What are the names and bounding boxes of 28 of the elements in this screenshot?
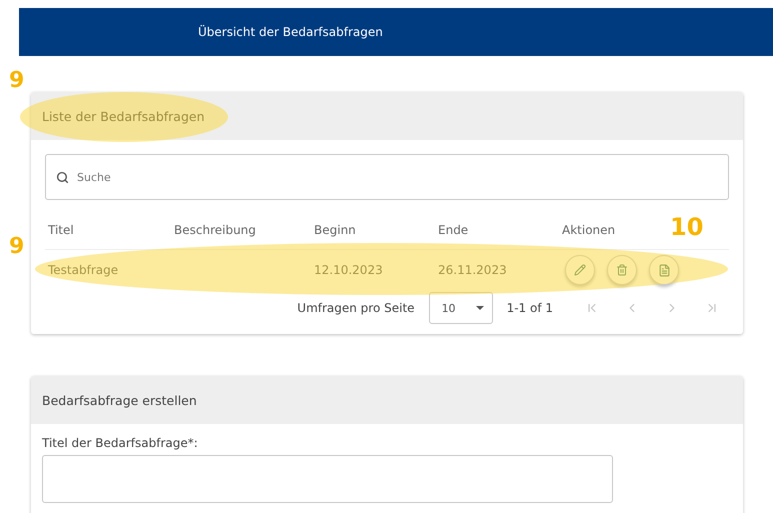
caret-icon: [476, 306, 484, 310]
rows-per-page-label: Umfragen pro Seite: [297, 301, 415, 315]
card-title: Bedarfsabfrage erstellen: [42, 392, 197, 408]
trash-icon: [616, 264, 628, 276]
title-input-field[interactable]: [42, 455, 613, 503]
field-label: Titel der Bedarfsabfrage*:: [42, 436, 199, 450]
copy-button[interactable]: [649, 255, 679, 285]
annotation-number: 9: [9, 70, 24, 92]
column-header: Beschreibung: [173, 222, 256, 236]
column-header: Ende: [437, 222, 468, 236]
page-size-select[interactable]: 10: [428, 292, 493, 324]
column-header: Titel: [47, 222, 74, 236]
table-cell-text: 12.10.2023: [313, 263, 384, 277]
column-header: Aktionen: [561, 222, 616, 236]
page-title: Übersicht der Bedarfsabfragen: [198, 25, 383, 39]
edit-button[interactable]: [565, 255, 595, 285]
card-title: Liste der Bedarfsabfragen: [42, 108, 205, 124]
delete-button[interactable]: [607, 255, 637, 285]
page-range: 1-1 of 1: [506, 301, 553, 315]
annotation-number: 10: [670, 215, 704, 239]
document-icon: [658, 264, 670, 276]
column-header: Beginn: [313, 222, 356, 236]
annotation-number: 9: [9, 236, 24, 258]
search-field[interactable]: Suche: [45, 154, 729, 200]
pencil-icon: [574, 264, 586, 276]
table-cell-text: Testabfrage: [47, 263, 120, 277]
table-cell-text: 26.11.2023: [437, 263, 508, 277]
search-icon: [56, 170, 69, 184]
